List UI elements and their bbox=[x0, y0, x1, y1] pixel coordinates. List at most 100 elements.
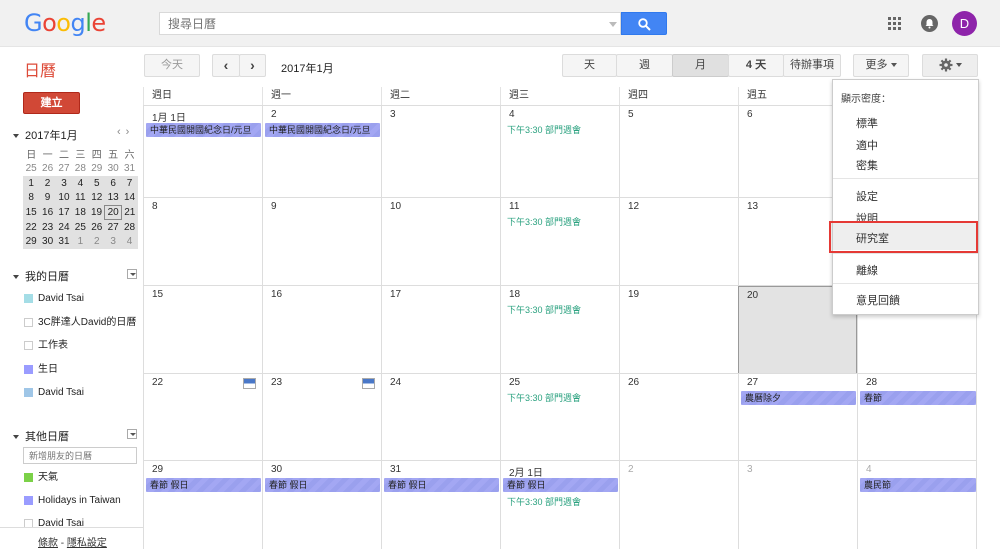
mini-day[interactable]: 1 bbox=[23, 175, 40, 191]
mini-day[interactable]: 11 bbox=[72, 190, 89, 206]
all-day-event[interactable]: 春節 假日 bbox=[146, 478, 261, 492]
day-cell[interactable]: 3 bbox=[738, 461, 857, 549]
density-standard-item[interactable]: 標準 bbox=[856, 115, 878, 131]
mini-day[interactable]: 22 bbox=[23, 219, 40, 235]
day-number[interactable]: 27 bbox=[747, 377, 758, 388]
calendar-list-item[interactable]: David Tsai bbox=[24, 519, 84, 533]
mini-day[interactable]: 25 bbox=[72, 219, 89, 235]
day-number[interactable]: 5 bbox=[628, 109, 634, 120]
day-cell[interactable]: 19 bbox=[619, 286, 738, 374]
day-number[interactable]: 23 bbox=[271, 377, 282, 388]
google-logo[interactable]: Google bbox=[24, 9, 106, 37]
all-day-event[interactable]: 春節 假日 bbox=[265, 478, 380, 492]
mini-day[interactable]: 2 bbox=[88, 234, 105, 250]
settings-button[interactable] bbox=[922, 54, 978, 77]
day-cell[interactable]: 2 bbox=[619, 461, 738, 549]
mini-day[interactable]: 30 bbox=[105, 161, 121, 176]
weather-thumbnail-icon[interactable] bbox=[362, 378, 375, 389]
calendar-list-item[interactable]: 生日 bbox=[24, 364, 58, 379]
day-number[interactable]: 12 bbox=[628, 201, 639, 212]
settings-item[interactable]: 設定 bbox=[856, 188, 878, 204]
day-cell[interactable]: 28 春節 bbox=[857, 374, 977, 461]
all-day-event[interactable]: 春節 假日 bbox=[503, 478, 618, 492]
calendar-list-item[interactable]: 天氣 bbox=[24, 473, 58, 487]
mini-calendar-header[interactable]: 2017年1月 bbox=[13, 127, 78, 143]
calendar-color-swatch[interactable] bbox=[24, 473, 33, 482]
view-month-button[interactable]: 月 bbox=[672, 54, 729, 77]
calendar-list-item[interactable]: 工作表 bbox=[24, 341, 68, 355]
mini-day[interactable]: 30 bbox=[39, 234, 56, 250]
privacy-link[interactable]: 隱私設定 bbox=[67, 538, 107, 549]
search-button[interactable] bbox=[621, 12, 667, 35]
day-number[interactable]: 28 bbox=[866, 377, 877, 388]
all-day-event[interactable]: 農曆除夕 bbox=[741, 391, 856, 405]
mini-day[interactable]: 4 bbox=[72, 175, 89, 191]
mini-day[interactable]: 9 bbox=[39, 190, 56, 206]
calendar-color-swatch[interactable] bbox=[24, 341, 33, 350]
day-cell[interactable]: 2月 1日 下午3:30 部門週會 春節 假日 bbox=[500, 461, 619, 549]
mini-day[interactable]: 28 bbox=[121, 219, 138, 235]
timed-event[interactable]: 下午3:30 部門週會 bbox=[507, 215, 581, 228]
day-number[interactable]: 30 bbox=[271, 464, 282, 475]
day-number[interactable]: 31 bbox=[390, 464, 401, 475]
day-number[interactable]: 10 bbox=[390, 201, 401, 212]
mini-prev-icon[interactable]: ‹ bbox=[117, 126, 126, 138]
timed-event[interactable]: 下午3:30 部門週會 bbox=[507, 391, 581, 404]
mini-day[interactable]: 3 bbox=[104, 234, 122, 250]
calendar-color-swatch[interactable] bbox=[24, 496, 33, 505]
mini-day[interactable]: 6 bbox=[104, 175, 122, 191]
day-number[interactable]: 25 bbox=[509, 377, 520, 388]
calendar-color-swatch[interactable] bbox=[24, 388, 33, 397]
day-number[interactable]: 26 bbox=[628, 377, 639, 388]
create-event-button[interactable]: 建立 bbox=[23, 92, 80, 114]
day-number[interactable]: 29 bbox=[152, 464, 163, 475]
mini-calendar-nav[interactable]: ‹› bbox=[117, 126, 134, 138]
mini-day[interactable]: 4 bbox=[121, 234, 138, 250]
mini-day[interactable]: 13 bbox=[104, 190, 122, 206]
calendar-color-swatch[interactable] bbox=[24, 317, 33, 327]
mini-day[interactable]: 2 bbox=[39, 175, 56, 191]
next-period-button[interactable]: › bbox=[239, 54, 266, 77]
day-number[interactable]: 3 bbox=[390, 109, 396, 120]
timed-event[interactable]: 下午3:30 部門週會 bbox=[507, 123, 581, 136]
day-number[interactable]: 6 bbox=[747, 109, 753, 120]
day-number[interactable]: 18 bbox=[509, 289, 520, 300]
mini-day[interactable]: 5 bbox=[88, 175, 105, 191]
notifications-bell-icon[interactable] bbox=[921, 15, 938, 32]
all-day-event[interactable]: 春節 假日 bbox=[384, 478, 499, 492]
mini-day[interactable]: 15 bbox=[23, 205, 40, 220]
mini-day[interactable]: 25 bbox=[23, 161, 39, 176]
mini-day[interactable]: 29 bbox=[89, 161, 105, 176]
day-number[interactable]: 2 bbox=[628, 464, 634, 475]
weather-thumbnail-icon[interactable] bbox=[243, 378, 256, 389]
day-cell[interactable]: 2 中華民國開國紀念日/元旦 bbox=[262, 106, 381, 198]
day-number[interactable]: 24 bbox=[390, 377, 401, 388]
calendar-list-item[interactable]: 3C胖達人David的日曆 bbox=[24, 317, 136, 332]
calendar-color-swatch[interactable] bbox=[24, 364, 33, 374]
day-number[interactable]: 8 bbox=[152, 201, 158, 212]
mini-day[interactable]: 18 bbox=[72, 205, 89, 220]
day-number[interactable]: 2月 1日 bbox=[509, 464, 543, 479]
day-number[interactable]: 19 bbox=[628, 289, 639, 300]
view-day-button[interactable]: 天 bbox=[562, 54, 617, 77]
day-number[interactable]: 3 bbox=[747, 464, 753, 475]
collapse-triangle-icon[interactable] bbox=[13, 435, 19, 440]
more-button[interactable]: 更多 bbox=[853, 54, 909, 77]
calendar-color-swatch[interactable] bbox=[24, 294, 33, 303]
view-week-button[interactable]: 週 bbox=[616, 54, 673, 77]
mini-day[interactable]: 12 bbox=[88, 190, 105, 206]
view-4-days-button[interactable]: 4 天 bbox=[728, 54, 784, 77]
all-day-event[interactable]: 春節 bbox=[860, 391, 976, 405]
mini-day[interactable]: 1 bbox=[72, 234, 89, 250]
day-cell[interactable]: 26 bbox=[619, 374, 738, 461]
day-number[interactable]: 9 bbox=[271, 201, 277, 212]
day-number[interactable]: 11 bbox=[509, 201, 519, 212]
mini-day[interactable]: 28 bbox=[72, 161, 88, 176]
mini-day[interactable]: 20 bbox=[104, 204, 122, 221]
day-cell[interactable]: 24 bbox=[381, 374, 500, 461]
day-cell[interactable]: 31 春節 假日 bbox=[381, 461, 500, 549]
mini-day[interactable]: 23 bbox=[39, 219, 56, 235]
mini-next-icon[interactable]: › bbox=[126, 126, 135, 138]
mini-day[interactable]: 27 bbox=[104, 219, 122, 235]
day-number[interactable]: 16 bbox=[271, 289, 282, 300]
